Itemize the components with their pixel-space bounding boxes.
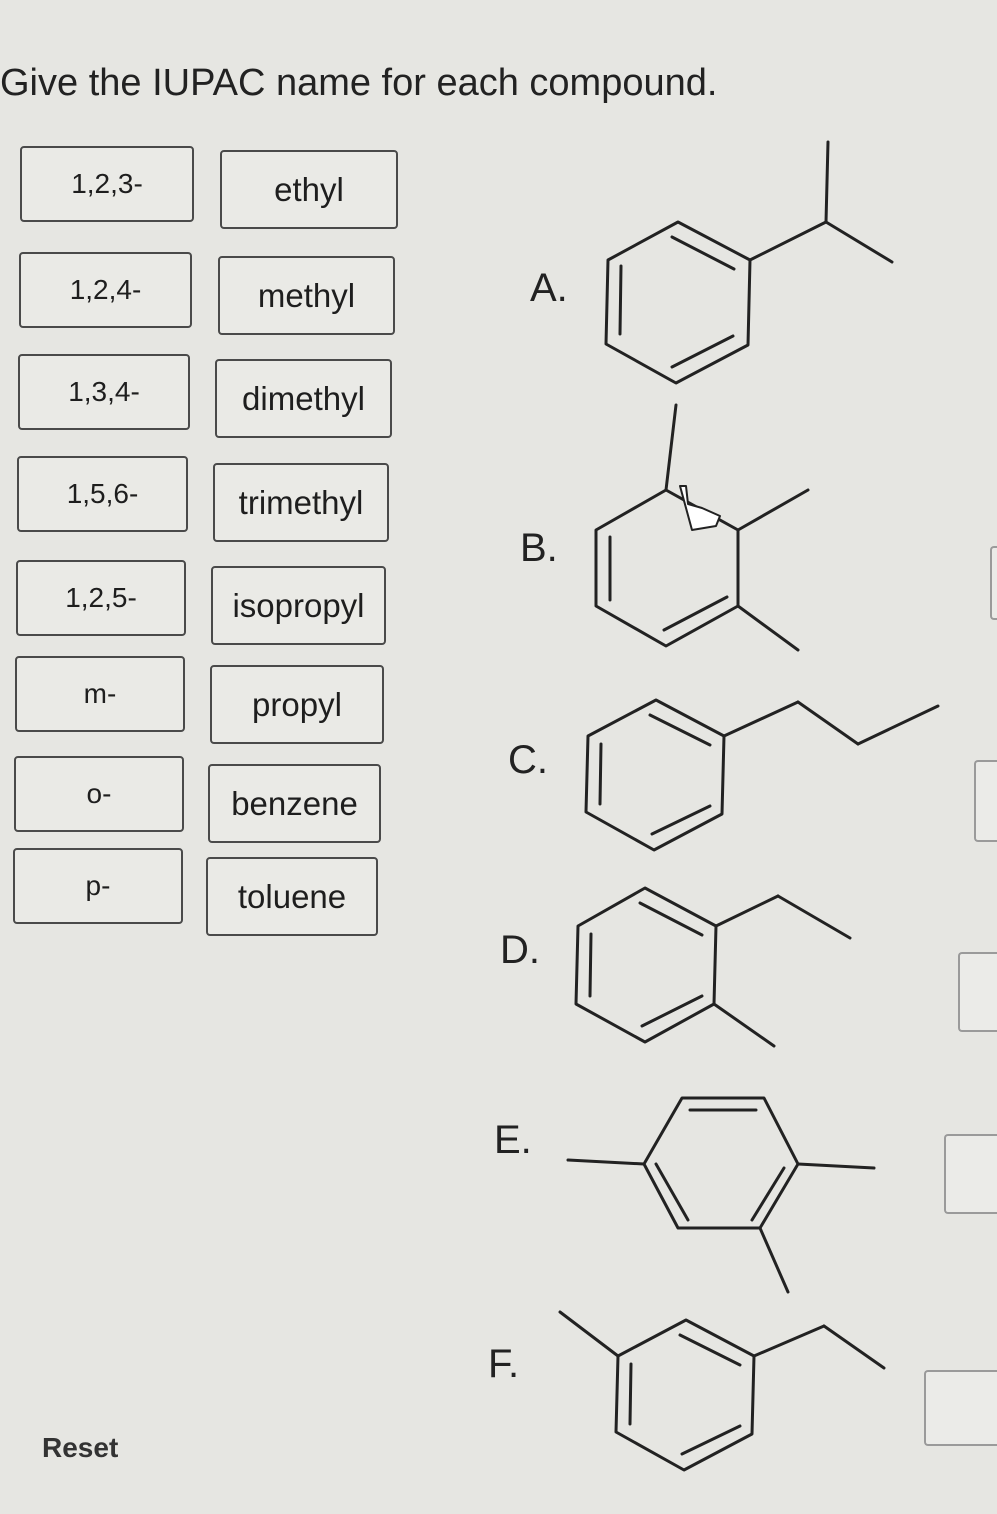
reset-button[interactable]: Reset xyxy=(42,1432,118,1464)
answer-dropzone-f[interactable] xyxy=(924,1370,997,1446)
structure-a xyxy=(604,140,894,385)
hand-pointer-icon xyxy=(679,485,721,531)
structure-d xyxy=(574,886,852,1048)
answer-dropzone-d[interactable] xyxy=(958,952,997,1032)
structure-c xyxy=(584,698,940,852)
answer-dropzone-e[interactable] xyxy=(944,1134,997,1214)
compound-structures xyxy=(558,140,940,1472)
answer-dropzone-c[interactable] xyxy=(974,760,997,842)
structure-f xyxy=(558,1310,886,1472)
answer-dropzone-b[interactable] xyxy=(990,546,997,620)
structure-e xyxy=(566,1096,876,1294)
